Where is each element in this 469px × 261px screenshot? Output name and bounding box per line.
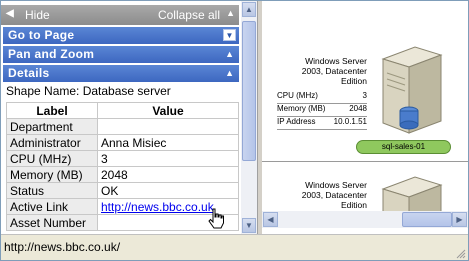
table-row: Asset Number xyxy=(6,214,239,231)
server-icon[interactable] xyxy=(375,171,445,216)
table-row: Department xyxy=(6,118,239,135)
row-value: 3 xyxy=(97,150,239,167)
section-go-to-page[interactable]: Go to Page ▼ xyxy=(3,27,239,44)
expand-arrow-icon[interactable]: ▲ xyxy=(225,49,234,59)
shape-name-label: Shape Name: Database server xyxy=(6,84,171,98)
dropdown-arrow-icon[interactable]: ▼ xyxy=(223,29,236,41)
status-bar: http://news.bbc.co.uk/ xyxy=(1,234,468,260)
column-header-label: Label xyxy=(6,102,98,119)
details-pane: ◀ Hide Collapse all ▲ Go to Page ▼ Pan a… xyxy=(1,1,241,234)
server-title-line: Windows Server xyxy=(305,180,367,190)
status-url: http://news.bbc.co.uk/ xyxy=(4,240,121,254)
server-prop-row: CPU (MHz) 3 xyxy=(277,91,367,104)
table-row: CPU (MHz) 3 xyxy=(6,150,239,167)
row-label: Memory (MB) xyxy=(6,166,98,183)
section-title: Pan and Zoom xyxy=(8,47,95,61)
scroll-right-icon[interactable]: ▶ xyxy=(452,212,467,227)
row-label: Asset Number xyxy=(6,214,98,231)
row-label: Administrator xyxy=(6,134,98,151)
hide-arrow-icon[interactable]: ◀ xyxy=(6,8,14,19)
row-value: Anna Misiec xyxy=(97,134,239,151)
server-title-line: Edition xyxy=(341,76,367,86)
row-label: Department xyxy=(6,118,98,135)
shape-data-table: Label Value Department Administrator Ann… xyxy=(6,102,239,231)
scroll-up-icon[interactable]: ▲ xyxy=(242,2,256,17)
table-header-row: Label Value xyxy=(6,102,239,119)
visio-web-viewer: ◀ Hide Collapse all ▲ Go to Page ▼ Pan a… xyxy=(0,0,469,261)
prop-value: 2048 xyxy=(349,104,367,113)
server-prop-row: Memory (MB) 2048 xyxy=(277,104,367,117)
scroll-thumb[interactable] xyxy=(402,212,452,227)
server-title-line: Edition xyxy=(341,200,367,210)
scroll-left-icon[interactable]: ◀ xyxy=(263,212,278,227)
server-title-line: 2003, Datacenter xyxy=(301,190,367,200)
canvas-horizontal-scrollbar[interactable]: ◀ ▶ xyxy=(262,211,468,228)
column-header-value: Value xyxy=(97,102,239,119)
row-label: CPU (MHz) xyxy=(6,150,98,167)
table-row: Active Link http://news.bbc.co.uk xyxy=(6,198,239,215)
server-props: CPU (MHz) 3 Memory (MB) 2048 IP Address 10.… xyxy=(277,91,367,130)
table-row: Status OK xyxy=(6,182,239,199)
table-row: Administrator Anna Misiec xyxy=(6,134,239,151)
scroll-thumb[interactable] xyxy=(242,21,256,161)
prop-label: CPU (MHz) xyxy=(277,91,318,100)
row-value xyxy=(97,118,239,135)
drawing-canvas[interactable]: Windows Server 2003, Datacenter Edition … xyxy=(262,1,468,234)
prop-label: IP Address xyxy=(277,117,316,126)
server-title-line: Windows Server xyxy=(305,56,367,66)
server-name-badge: sql-sales-01 xyxy=(356,140,451,154)
row-value: 2048 xyxy=(97,166,239,183)
pane-toolbar: ◀ Hide Collapse all ▲ xyxy=(1,5,239,25)
hide-button[interactable]: Hide xyxy=(25,8,50,22)
collapse-arrow-icon[interactable]: ▲ xyxy=(225,68,234,78)
table-row: Memory (MB) 2048 xyxy=(6,166,239,183)
hand-cursor-icon xyxy=(208,208,224,229)
collapse-all-button[interactable]: Collapse all xyxy=(158,8,220,22)
row-value: OK xyxy=(97,182,239,199)
prop-value: 3 xyxy=(362,91,367,100)
section-details[interactable]: Details ▲ xyxy=(3,65,239,82)
prop-label: Memory (MB) xyxy=(277,104,326,113)
pane-vertical-scrollbar[interactable]: ▲ ▼ xyxy=(241,1,257,234)
server-title-line: 2003, Datacenter xyxy=(301,66,367,76)
section-pan-zoom[interactable]: Pan and Zoom ▲ xyxy=(3,46,239,63)
section-title: Details xyxy=(8,66,50,80)
row-label: Active Link xyxy=(6,198,98,215)
server-title: Windows Server 2003, Datacenter Edition xyxy=(292,180,367,210)
resize-grip-icon[interactable] xyxy=(456,249,466,259)
row-label: Status xyxy=(6,182,98,199)
section-title: Go to Page xyxy=(8,28,75,42)
server-prop-row: IP Address 10.0.1.51 xyxy=(277,117,367,130)
server-title: Windows Server 2003, Datacenter Edition xyxy=(292,56,367,86)
database-server-icon[interactable] xyxy=(375,41,445,141)
divider-line xyxy=(262,161,468,162)
collapse-arrow-icon[interactable]: ▲ xyxy=(226,8,235,18)
prop-value: 10.0.1.51 xyxy=(333,117,367,126)
scroll-down-icon[interactable]: ▼ xyxy=(242,218,256,233)
